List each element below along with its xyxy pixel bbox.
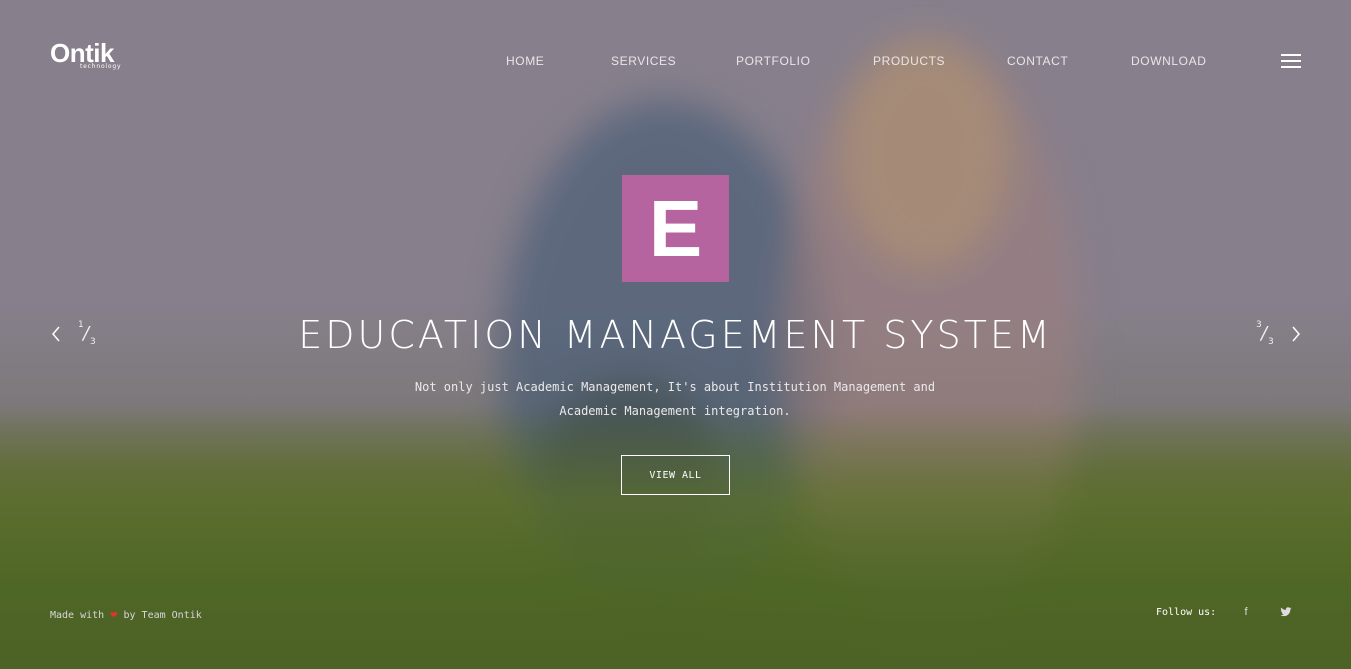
made-with-text: Made with	[50, 610, 105, 621]
by-team-text: by Team Ontik	[123, 610, 202, 621]
logo-tagline: technology	[80, 63, 122, 70]
hamburger-icon[interactable]	[1281, 54, 1301, 68]
counter-slash: /	[1261, 323, 1268, 344]
next-slide-total: 3	[1268, 337, 1274, 347]
hero-title: EDUCATION MANAGEMENT SYSTEM	[298, 313, 1053, 357]
chevron-right-icon[interactable]	[1290, 325, 1302, 343]
emblem-letter: E	[648, 183, 703, 273]
nav-item-services[interactable]: SERVICES	[611, 54, 676, 68]
counter-slash: /	[83, 323, 90, 344]
nav-item-products[interactable]: PRODUCTS	[873, 54, 945, 68]
heart-icon: ❤	[110, 607, 118, 621]
hero-subtitle-line-2: Academic Management integration.	[559, 404, 791, 418]
chevron-left-icon[interactable]	[50, 325, 62, 343]
nav-item-portfolio[interactable]: PORTFOLIO	[736, 54, 811, 68]
product-emblem: E	[622, 175, 729, 282]
prev-slide-total: 3	[90, 337, 96, 347]
twitter-icon[interactable]	[1279, 606, 1293, 620]
facebook-icon[interactable]: f	[1239, 606, 1253, 620]
follow-us-label: Follow us:	[1156, 607, 1217, 618]
hero-subtitle: Not only just Academic Management, It's …	[380, 375, 970, 423]
view-all-button[interactable]: VIEW ALL	[621, 455, 730, 495]
brand-logo[interactable]: Ontik technology	[50, 40, 132, 72]
hero-subtitle-line-1: Not only just Academic Management, It's …	[414, 380, 936, 394]
slide-counter-prev: 1 / 3	[78, 320, 100, 350]
nav-item-download[interactable]: DOWNLOAD	[1131, 54, 1206, 68]
footer-credit: Made with ❤ by Team Ontik	[50, 607, 202, 621]
slide-counter-next: 3 / 3	[1256, 320, 1278, 350]
nav-item-contact[interactable]: CONTACT	[1007, 54, 1068, 68]
nav-item-home[interactable]: HOME	[506, 54, 544, 68]
